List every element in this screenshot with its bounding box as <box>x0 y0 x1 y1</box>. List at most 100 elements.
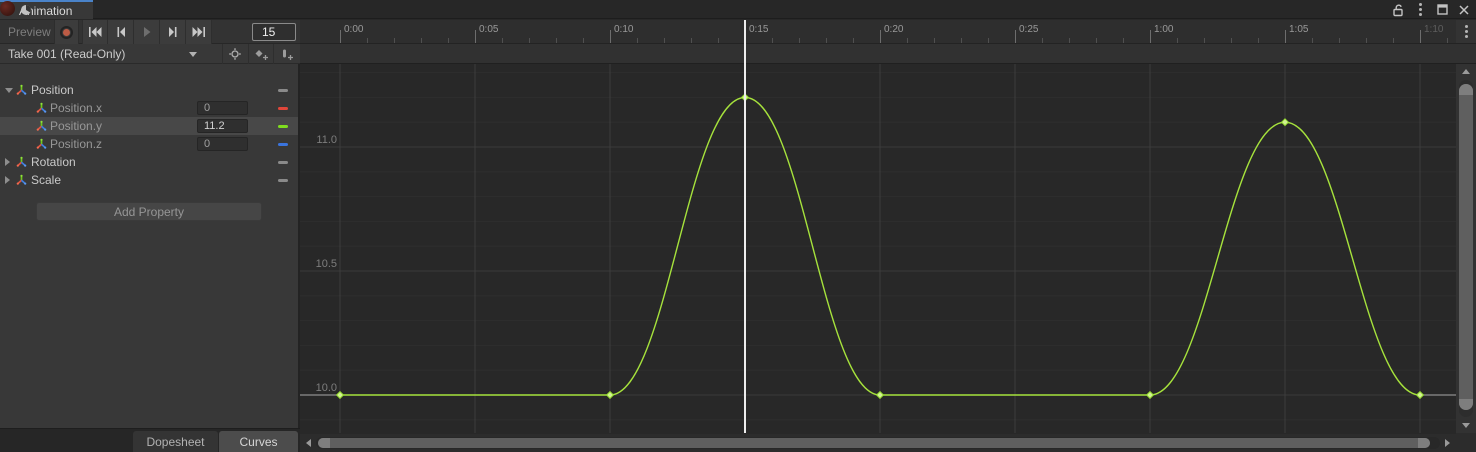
property-label: Scale <box>31 173 61 187</box>
timeline-ruler[interactable]: 0:000:050:100:150:200:251:001:051:10 <box>300 20 1456 44</box>
ruler-tick <box>934 38 935 43</box>
clip-dropdown[interactable]: Take 001 (Read-Only) <box>0 44 218 64</box>
ruler-tick <box>718 38 719 43</box>
ruler-tick <box>340 30 341 43</box>
horizontal-zoom-handle-right[interactable] <box>1418 438 1430 448</box>
property-row-position-x[interactable]: Position.x 0 <box>0 99 298 117</box>
ruler-label: 0:25 <box>1019 24 1038 35</box>
ruler-tick <box>448 38 449 43</box>
ruler-tick <box>367 38 368 43</box>
subruler-strip <box>300 44 1476 64</box>
ruler-tick <box>394 38 395 43</box>
playback-controls <box>82 20 212 44</box>
tab-dopesheet-label: Dopesheet <box>146 435 204 449</box>
curve-editor[interactable]: 11.0 10.5 10.0 <box>300 64 1456 433</box>
tab-dopesheet[interactable]: Dopesheet <box>133 431 218 452</box>
horizontal-zoom-handle-left[interactable] <box>318 438 330 448</box>
y-axis-label: 10.0 <box>316 382 337 394</box>
y-axis-label: 11.0 <box>316 134 337 146</box>
unlock-icon[interactable] <box>1390 2 1406 18</box>
transform-axis-icon <box>16 156 27 168</box>
tab-curves-label: Curves <box>239 435 277 449</box>
keyframe-diamond[interactable] <box>1282 119 1289 126</box>
playhead[interactable] <box>744 20 746 433</box>
ruler-tick <box>1366 38 1367 43</box>
ruler-tick <box>1339 38 1340 43</box>
unity-animation-window: Animation Preview <box>0 0 1476 452</box>
vertical-scroll-thumb[interactable] <box>1459 84 1473 410</box>
horizontal-scrollbar[interactable] <box>300 434 1456 452</box>
current-frame-field[interactable] <box>252 23 296 41</box>
ruler-tick <box>1123 38 1124 43</box>
scroll-left-icon[interactable] <box>306 439 311 447</box>
add-keyframe-icon <box>254 48 269 61</box>
chevron-down-icon <box>189 52 197 57</box>
properties-panel: Position Position.x 0 Position.y 11.2 Posi… <box>0 64 300 428</box>
goto-begin-button[interactable] <box>82 20 108 44</box>
step-forward-icon <box>165 26 181 38</box>
skip-to-end-icon <box>191 26 207 38</box>
property-value-field[interactable]: 0 <box>197 137 248 151</box>
skip-to-start-icon <box>87 26 103 38</box>
scroll-down-icon[interactable] <box>1462 423 1470 428</box>
ruler-tick <box>1420 30 1421 43</box>
scroll-up-icon[interactable] <box>1462 69 1470 74</box>
caret-down-icon[interactable] <box>5 88 13 93</box>
step-back-icon <box>113 26 129 38</box>
record-button[interactable] <box>54 20 79 44</box>
tab-curves[interactable]: Curves <box>219 431 298 452</box>
ruler-tick <box>1042 38 1043 43</box>
property-value-field[interactable]: 11.2 <box>197 119 248 133</box>
horizontal-scroll-thumb[interactable] <box>318 438 1430 448</box>
keyframe-diamond[interactable] <box>607 392 614 399</box>
close-icon[interactable] <box>1456 2 1472 18</box>
ruler-options-button[interactable] <box>1456 20 1476 44</box>
previous-key-button[interactable] <box>108 20 134 44</box>
keyframe-diamond[interactable] <box>1417 392 1424 399</box>
ruler-label: 0:10 <box>614 24 633 35</box>
add-event-button[interactable] <box>273 44 298 64</box>
preview-toggle[interactable]: Preview <box>8 25 51 39</box>
property-label: Position.y <box>50 119 102 133</box>
vertical-scrollbar[interactable] <box>1456 64 1476 433</box>
ruler-tick <box>637 38 638 43</box>
ruler-label: 0:20 <box>884 24 903 35</box>
goto-end-button[interactable] <box>186 20 212 44</box>
keyframe-diamond[interactable] <box>877 392 884 399</box>
ruler-label: 1:00 <box>1154 24 1173 35</box>
property-row-position-y[interactable]: Position.y 11.2 <box>0 117 298 135</box>
ruler-tick <box>961 38 962 43</box>
scroll-right-icon[interactable] <box>1445 439 1450 447</box>
ruler-label: 1:10 <box>1424 24 1443 35</box>
play-button[interactable] <box>134 20 160 44</box>
kebab-menu-icon <box>1465 25 1468 38</box>
property-value-field[interactable]: 0 <box>197 101 248 115</box>
add-property-button[interactable]: Add Property <box>36 202 262 221</box>
maximize-icon[interactable] <box>1434 2 1450 18</box>
ruler-tick <box>1204 38 1205 43</box>
property-row-position-z[interactable]: Position.z0 <box>0 135 298 153</box>
next-key-button[interactable] <box>160 20 186 44</box>
ruler-tick <box>1447 38 1448 43</box>
property-row-position[interactable]: Position <box>0 81 298 99</box>
keyframe-diamond[interactable] <box>1147 392 1154 399</box>
property-label: Position.x <box>50 101 102 115</box>
vertical-zoom-handle-top[interactable] <box>1459 84 1473 95</box>
ruler-tick <box>799 38 800 43</box>
add-keyframe-button[interactable] <box>248 44 273 64</box>
y-axis-label: 10.5 <box>316 258 337 270</box>
keyframe-diamond[interactable] <box>337 392 344 399</box>
caret-right-icon[interactable] <box>5 158 10 166</box>
ruler-tick <box>853 38 854 43</box>
scrollbar-corner <box>1456 433 1476 452</box>
mode-tab-strip: Dopesheet Curves <box>0 428 300 452</box>
caret-right-icon[interactable] <box>5 176 10 184</box>
curve-color-indicator <box>278 143 288 146</box>
keyframe-navigation-button[interactable] <box>222 44 247 64</box>
window-menu-kebab-icon[interactable] <box>1412 2 1428 18</box>
property-row-scale[interactable]: Scale <box>0 171 298 189</box>
window-tab-bar: Animation <box>0 0 1476 19</box>
transform-axis-icon <box>16 84 27 96</box>
ruler-label: 0:15 <box>749 24 768 35</box>
property-row-rotation[interactable]: Rotation <box>0 153 298 171</box>
